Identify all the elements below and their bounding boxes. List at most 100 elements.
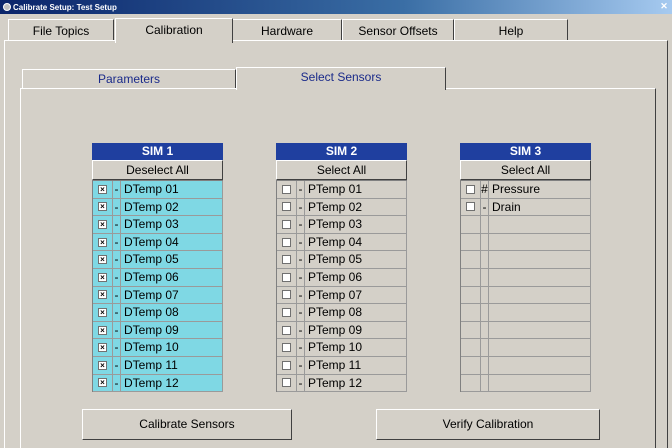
app-icon xyxy=(3,3,11,11)
verify-calibration-button[interactable]: Verify Calibration xyxy=(376,409,600,440)
sensor-checkbox[interactable] xyxy=(282,202,291,212)
sensor-row[interactable]: × - DTemp 12 xyxy=(93,374,223,393)
sensor-checkbox[interactable]: × xyxy=(98,272,107,282)
sensor-row[interactable]: × - DTemp 10 xyxy=(93,339,223,357)
sensor-row[interactable]: - PTemp 10 xyxy=(277,339,407,357)
calibrate-sensors-button[interactable]: Calibrate Sensors xyxy=(82,409,292,440)
tab-hardware[interactable]: Hardware xyxy=(232,19,342,41)
sensor-checkbox[interactable] xyxy=(282,255,291,265)
sensor-row[interactable]: × - DTemp 06 xyxy=(93,268,223,287)
sensor-row[interactable]: × - DTemp 02 xyxy=(93,198,223,217)
sensor-name xyxy=(489,321,591,339)
tab-help[interactable]: Help xyxy=(454,19,568,41)
sensor-checkbox[interactable] xyxy=(282,343,291,353)
sensor-name: PTemp 01 xyxy=(305,181,407,198)
sensor-row[interactable]: × - DTemp 09 xyxy=(93,321,223,340)
sensor-type-mark: # xyxy=(481,181,489,198)
tab-calibration[interactable]: Calibration xyxy=(115,18,233,43)
sensor-type-mark xyxy=(481,216,489,233)
sensor-row[interactable]: - PTemp 11 xyxy=(277,356,407,375)
sensor-checkbox[interactable]: × xyxy=(98,219,107,229)
sensor-row[interactable]: × - DTemp 04 xyxy=(93,233,223,252)
sensor-row[interactable] xyxy=(461,356,591,375)
sensor-row[interactable]: - PTemp 06 xyxy=(277,268,407,287)
sensor-row[interactable]: - PTemp 05 xyxy=(277,251,407,269)
tab-sensor-offsets[interactable]: Sensor Offsets xyxy=(342,19,454,41)
sensor-row[interactable]: - PTemp 09 xyxy=(277,321,407,340)
sensor-row[interactable]: × - DTemp 07 xyxy=(93,286,223,305)
sensor-row[interactable]: - PTemp 03 xyxy=(277,216,407,234)
sensor-row[interactable]: - PTemp 07 xyxy=(277,286,407,305)
sensor-row[interactable]: × - DTemp 05 xyxy=(93,251,223,269)
sensor-row[interactable]: - PTemp 04 xyxy=(277,233,407,252)
sensor-checkbox-cell: × xyxy=(93,321,113,339)
sensor-row[interactable] xyxy=(461,286,591,305)
sensor-row[interactable] xyxy=(461,339,591,357)
sensor-type-mark: - xyxy=(297,304,305,321)
sensor-checkbox-cell xyxy=(461,356,481,374)
sensor-checkbox[interactable]: × xyxy=(98,325,107,335)
sensor-row[interactable] xyxy=(461,233,591,252)
sim1-deselect-all-button[interactable]: Deselect All xyxy=(92,160,223,180)
sensor-checkbox[interactable]: × xyxy=(98,307,107,317)
sensor-checkbox[interactable]: × xyxy=(98,184,107,194)
sensor-row[interactable]: - PTemp 08 xyxy=(277,304,407,322)
sensor-checkbox[interactable] xyxy=(282,378,291,388)
sensor-row[interactable]: - PTemp 12 xyxy=(277,374,407,393)
sensor-checkbox[interactable] xyxy=(282,272,291,282)
sensor-checkbox-cell xyxy=(461,216,481,233)
sensor-checkbox[interactable] xyxy=(282,237,291,247)
sensor-checkbox-cell xyxy=(277,339,297,356)
sensor-checkbox[interactable] xyxy=(282,325,291,335)
sensor-checkbox[interactable]: × xyxy=(98,255,107,265)
sensor-checkbox-cell xyxy=(461,181,481,198)
sensor-checkbox[interactable] xyxy=(282,290,291,300)
tab-select-sensors[interactable]: Select Sensors xyxy=(236,67,446,90)
sensor-name: PTemp 07 xyxy=(305,286,407,304)
sensor-type-mark: - xyxy=(297,356,305,374)
sensor-name: Drain xyxy=(489,198,591,216)
sim2-select-all-button[interactable]: Select All xyxy=(276,160,407,180)
sensor-row[interactable]: - PTemp 02 xyxy=(277,198,407,217)
sim3-select-all-button[interactable]: Select All xyxy=(460,160,591,180)
sensor-checkbox-cell: × xyxy=(93,339,113,356)
tab-parameters[interactable]: Parameters xyxy=(22,69,236,88)
sensor-checkbox[interactable]: × xyxy=(98,343,107,353)
sensor-type-mark: - xyxy=(113,356,121,374)
sensor-checkbox[interactable] xyxy=(282,360,291,370)
sensor-row[interactable] xyxy=(461,268,591,287)
sensor-name: Pressure xyxy=(489,181,591,198)
sensor-checkbox-cell xyxy=(461,304,481,321)
sensor-checkbox[interactable]: × xyxy=(98,290,107,300)
sensor-checkbox[interactable] xyxy=(282,307,291,317)
sensor-row[interactable]: × - DTemp 11 xyxy=(93,356,223,375)
sensor-checkbox[interactable]: × xyxy=(98,360,107,370)
sensor-row[interactable] xyxy=(461,304,591,322)
sensor-row[interactable] xyxy=(461,251,591,269)
sensor-checkbox[interactable] xyxy=(282,184,291,194)
sensor-row[interactable] xyxy=(461,216,591,234)
sensor-checkbox[interactable]: × xyxy=(98,378,107,388)
sensor-checkbox[interactable] xyxy=(466,202,475,212)
sensor-checkbox[interactable] xyxy=(282,219,291,229)
close-button[interactable]: ✕ xyxy=(658,1,670,12)
tab-file-topics[interactable]: File Topics xyxy=(8,19,114,41)
sensor-row[interactable]: × - DTemp 01 xyxy=(93,181,223,199)
sensor-row[interactable]: × - DTemp 08 xyxy=(93,304,223,322)
sensor-checkbox[interactable]: × xyxy=(98,202,107,212)
sensor-type-mark xyxy=(481,286,489,304)
sensor-row[interactable]: # Pressure xyxy=(461,181,591,199)
sensor-checkbox-cell xyxy=(277,304,297,321)
sensor-type-mark: - xyxy=(297,374,305,392)
sensor-row[interactable] xyxy=(461,321,591,340)
sensor-type-mark: - xyxy=(113,304,121,321)
sensor-checkbox[interactable]: × xyxy=(98,237,107,247)
sensor-row[interactable]: - PTemp 01 xyxy=(277,181,407,199)
sensor-type-mark xyxy=(481,321,489,339)
sensor-row[interactable]: - Drain xyxy=(461,198,591,217)
sensor-checkbox-cell xyxy=(277,374,297,392)
sensor-row[interactable] xyxy=(461,374,591,393)
sensor-row[interactable]: × - DTemp 03 xyxy=(93,216,223,234)
sim1-panel: SIM 1 Deselect All × - DTemp 01 × - DTemp 02 ×… xyxy=(92,143,223,393)
sensor-checkbox[interactable] xyxy=(466,184,475,194)
